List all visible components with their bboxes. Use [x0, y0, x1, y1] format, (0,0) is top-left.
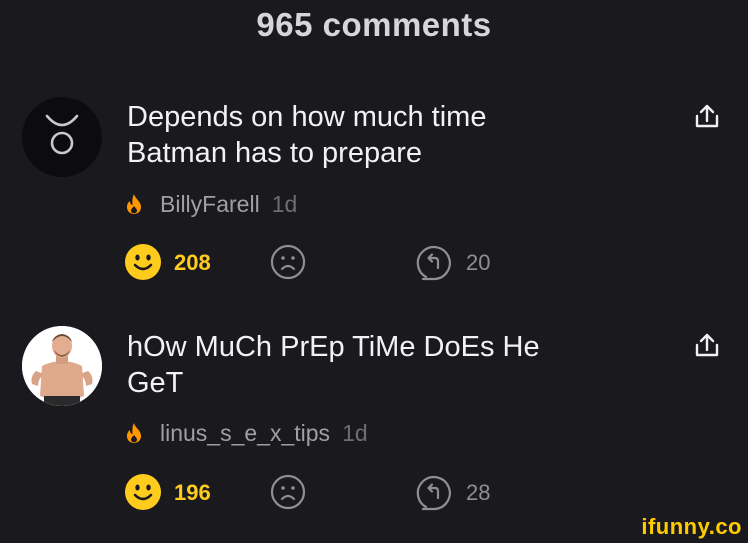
comment-text-line: Depends on how much time: [127, 101, 487, 133]
smile-icon: [125, 244, 161, 280]
taurus-symbol-icon: [45, 114, 79, 155]
comment-author[interactable]: BillyFarell: [160, 191, 260, 218]
comment-meta: linus_s_e_x_tips 1d: [124, 418, 368, 448]
smile-icon: [125, 474, 161, 510]
comment-meta: BillyFarell 1d: [124, 189, 297, 219]
comment-text-line: GeT: [127, 367, 184, 399]
comments-count-title: 965 comments: [256, 6, 492, 43]
reply-icon: [416, 475, 451, 511]
comments-screen: 965 comments Depends on how much time Ba…: [0, 0, 748, 543]
smile-button[interactable]: [124, 473, 162, 511]
smile-button[interactable]: [124, 243, 162, 281]
reply-count: 20: [466, 250, 491, 275]
smile-count: 208: [174, 250, 211, 275]
share-icon: [695, 333, 719, 357]
user-photo: [22, 326, 102, 406]
avatar[interactable]: [22, 326, 102, 406]
comment-actions: 208 20: [124, 243, 524, 283]
reply-button[interactable]: [416, 244, 454, 282]
unsmile-button[interactable]: [270, 244, 306, 280]
unsmile-button[interactable]: [270, 474, 306, 510]
reply-icon: [416, 245, 451, 281]
comment-age: 1d: [271, 190, 298, 217]
frown-icon: [270, 474, 306, 510]
flame-icon: [127, 423, 141, 443]
share-icon: [695, 104, 719, 128]
comment-text: Depends on how much time Batman has to p…: [127, 99, 627, 171]
smile-count: 196: [174, 480, 211, 505]
comment-author[interactable]: linus_s_e_x_tips: [160, 420, 330, 447]
frown-icon: [270, 244, 306, 280]
share-button[interactable]: [693, 102, 721, 132]
comment-actions: 196 28: [124, 473, 524, 513]
avatar[interactable]: [22, 97, 102, 177]
reply-count: 28: [466, 480, 491, 505]
share-button[interactable]: [693, 331, 721, 361]
comment-age: 1d: [342, 419, 368, 446]
comment-text-line: Batman has to prepare: [127, 137, 423, 169]
flame-icon: [127, 194, 141, 214]
comment-text-line: hOw MuCh PrEp TiMe DoEs He: [127, 331, 540, 363]
reply-button[interactable]: [416, 474, 454, 512]
comment-text: hOw MuCh PrEp TiMe DoEs He GeT: [127, 329, 627, 401]
ifunny-watermark: ifunny.co: [641, 514, 742, 539]
